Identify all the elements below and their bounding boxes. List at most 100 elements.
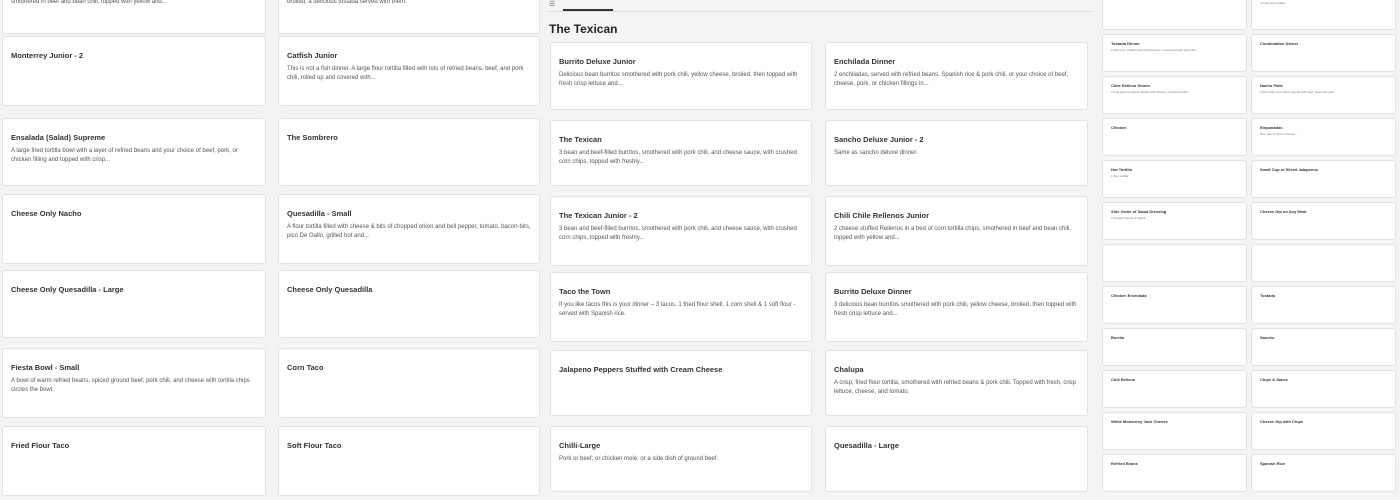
menu-item-card[interactable]: Chalupa A crisp, fried flour tortilla, sm… xyxy=(825,350,1088,416)
menu-item-description: Two pies of cream cheese... xyxy=(1260,132,1298,136)
menu-item-description: Delicious bean burritos smothered with p… xyxy=(559,72,798,87)
menu-item-title: The Texican Junior - 2 xyxy=(559,211,638,220)
menu-item-title: Refried Beans xyxy=(1111,461,1138,466)
menu-item-card[interactable]: Chili Relleno xyxy=(1102,370,1247,408)
menu-item-card[interactable]: Hot Tortilla 1 flour tortilla xyxy=(1102,160,1247,198)
menu-item-title: Corn Taco xyxy=(287,363,324,372)
menu-item-card[interactable]: Cheese Dip with Chips xyxy=(1251,412,1396,450)
menu-item-card[interactable]: Cheese Dip on Any Meal xyxy=(1251,202,1396,240)
menu-item-description: smothered in beef and bean chili, topped… xyxy=(11,0,167,5)
menu-item-card[interactable]: Empanadas Two pies of cream cheese... xyxy=(1251,118,1396,156)
menu-item-card[interactable]: Quesadilla - Small A flour tortilla fille… xyxy=(278,194,540,264)
menu-item-card[interactable]: Soft Flour Taco xyxy=(278,426,540,496)
menu-item-card[interactable]: Cheese Only Nacho xyxy=(2,194,266,264)
menu-item-card[interactable]: Nacho Plate Fresh crisp corn chips, toppe… xyxy=(1251,76,1396,114)
menu-item-description: 1 flour tortilla xyxy=(1111,174,1129,178)
menu-item-description: 2 enchiladas, served with refried beans,… xyxy=(834,72,1069,87)
menu-item-card[interactable]: Fiesta Bowl - Small A bowl of warm refrie… xyxy=(2,348,266,418)
menu-item-description: A bowl of warm refried beans, spiced gro… xyxy=(11,378,250,393)
menu-item-card[interactable]: Tostada Dinner 2 fried corn tortillas wit… xyxy=(1102,34,1247,72)
menu-item-card[interactable]: The Sombrero xyxy=(278,118,540,186)
menu-item-card[interactable]: Ensalada (Salad) Supreme A large fried to… xyxy=(2,118,266,186)
menu-item-card[interactable]: Jalapeno Peppers Stuffed with Cream Chee… xyxy=(550,350,812,416)
menu-item-card[interactable]: Combination Dinner xyxy=(1251,34,1396,72)
menu-item-card[interactable]: Quesadilla - Large xyxy=(825,426,1088,492)
menu-item-title: Small Cup of Sliced Jalapenos xyxy=(1260,167,1319,172)
menu-item-description: Thousand Island or Ranch xyxy=(1111,216,1147,220)
tab-the-texican[interactable]: The Texican xyxy=(563,0,613,11)
menu-item-title: Fiesta Bowl - Small xyxy=(11,363,80,372)
menu-item-description: Same as sancho deluxe dinner. xyxy=(834,150,918,156)
menu-item-card[interactable]: Chili Chile Rellenos Junior 2 cheese stuf… xyxy=(825,196,1088,266)
menu-item-card[interactable]: Spanish Rice xyxy=(1251,454,1396,492)
menu-item-title: Empanadas xyxy=(1260,125,1283,130)
menu-item-title: Chilli-Large xyxy=(559,441,601,450)
menu-item-card[interactable]: Refried Beans xyxy=(1102,454,1247,492)
menu-item-title: Chicken xyxy=(1111,125,1127,130)
menu-item-card[interactable]: Enchilada Dinner 2 enchiladas, served wit… xyxy=(825,42,1088,110)
menu-item-title: White Monterrey Jack Cheese xyxy=(1111,419,1168,424)
menu-item-title: Fried Flour Taco xyxy=(11,441,70,450)
menu-item-title: Burrito xyxy=(1111,335,1125,340)
menu-item-title: Chili Chile Rellenos Junior xyxy=(834,211,930,220)
menu-item-card[interactable]: Catfish Junior This is not a fish dinner.… xyxy=(278,36,540,106)
menu-item-description: A flour tortilla filled with cheese & bi… xyxy=(287,224,531,239)
menu-item-title: Cheese Only Quesadilla - Large xyxy=(11,285,124,294)
menu-item-card[interactable]: Chicken Enchilada xyxy=(1102,286,1247,324)
menu-item-card[interactable]: Chilli-Large Pork or beef; or chicken mol… xyxy=(550,426,812,492)
menu-item-title: Side Order of Salad Dressing xyxy=(1111,209,1167,214)
menu-item-title: Chili Relleno xyxy=(1111,377,1136,382)
menu-icon[interactable]: ☰ xyxy=(549,0,555,8)
menu-item-card[interactable]: The Texican 3 bean and beef-filled burrit… xyxy=(550,120,812,186)
menu-item-description: 2 long green peppers stuffed with cheese… xyxy=(1111,90,1191,94)
menu-item-card[interactable]: Sancho Deluxe Junior - 2 Same as sancho d… xyxy=(825,120,1088,186)
menu-item-title: Quesadilla - Small xyxy=(287,209,352,218)
menu-item-title: The Sombrero xyxy=(287,133,338,142)
menu-item-card[interactable] xyxy=(1102,0,1247,30)
menu-item-card[interactable]: Sancho xyxy=(1251,328,1396,366)
menu-item-title: Chile Relleno Dinner xyxy=(1111,83,1151,88)
menu-item-card[interactable]: Taco the Town If you like tacos this is y… xyxy=(550,272,812,342)
menu-item-card[interactable]: The Texican Junior - 2 3 bean and beef-fi… xyxy=(550,196,812,266)
menu-item-card[interactable]: Corn Taco xyxy=(278,348,540,418)
menu-item-description: Fresh crisp corn chips, topped with beef… xyxy=(1260,90,1337,94)
menu-item-card[interactable]: A crisp flour tortilla... xyxy=(1251,0,1396,30)
menu-item-title: Enchilada Dinner xyxy=(834,57,896,66)
menu-item-card[interactable]: Side Order of Salad Dressing Thousand Isl… xyxy=(1102,202,1247,240)
menu-item-card[interactable]: smothered in beef and bean chili, topped… xyxy=(2,0,266,34)
menu-item-card[interactable]: White Monterrey Jack Cheese xyxy=(1102,412,1247,450)
menu-item-card[interactable]: Chicken xyxy=(1102,118,1247,156)
menu-item-title: Quesadilla - Large xyxy=(834,441,900,450)
menu-item-description: broiled, a delicious tostada served with… xyxy=(287,0,407,5)
menu-item-card[interactable]: Burrito Deluxe Dinner 3 delicious bean bu… xyxy=(825,272,1088,342)
menu-item-description: 3 delicious bean burritos smothered with… xyxy=(834,302,1077,317)
menu-item-card[interactable]: Burrito xyxy=(1102,328,1247,366)
menu-item-title: Burrito Deluxe Junior xyxy=(559,57,636,66)
menu-item-description: A crisp flour tortilla... xyxy=(1260,1,1288,5)
menu-item-title: Chalupa xyxy=(834,365,864,374)
menu-item-title: Chips & Sauce xyxy=(1260,377,1289,382)
menu-item-title: Ensalada (Salad) Supreme xyxy=(11,133,106,142)
tab-bar: ☰ The Texican xyxy=(547,0,1092,12)
menu-item-card[interactable]: Fried Flour Taco xyxy=(2,426,266,496)
menu-item-description: A large fried tortilla bowl with a layer… xyxy=(11,148,238,163)
menu-item-card[interactable]: Tostada xyxy=(1251,286,1396,324)
menu-item-title: Spanish Rice xyxy=(1260,461,1286,466)
menu-item-card[interactable] xyxy=(1102,244,1247,282)
menu-item-description: 3 bean and beef-filled burritos, smother… xyxy=(559,150,797,165)
menu-item-card[interactable]: Monterrey Junior - 2 xyxy=(2,36,266,106)
menu-item-card[interactable]: Burrito Deluxe Junior Delicious bean burr… xyxy=(550,42,812,110)
menu-item-card[interactable]: Chips & Sauce xyxy=(1251,370,1396,408)
menu-item-title: The Texican xyxy=(559,135,602,144)
menu-item-card[interactable]: Cheese Only Quesadilla xyxy=(278,270,540,338)
menu-item-title: Burrito Deluxe Dinner xyxy=(834,287,912,296)
menu-item-card[interactable]: broiled, a delicious tostada served with… xyxy=(278,0,540,34)
menu-item-card[interactable]: Small Cup of Sliced Jalapenos xyxy=(1251,160,1396,198)
menu-item-card[interactable]: Chile Relleno Dinner 2 long green peppers… xyxy=(1102,76,1247,114)
menu-item-card[interactable]: Cheese Only Quesadilla - Large xyxy=(2,270,266,338)
menu-item-title: Monterrey Junior - 2 xyxy=(11,51,84,60)
menu-item-description: 2 cheese stuffed Rellenos in a bed of co… xyxy=(834,226,1072,241)
menu-item-title: Jalapeno Peppers Stuffed with Cream Chee… xyxy=(559,365,723,374)
menu-item-card[interactable] xyxy=(1251,244,1396,282)
menu-item-description: This is not a fish dinner. A large flour… xyxy=(287,66,524,81)
